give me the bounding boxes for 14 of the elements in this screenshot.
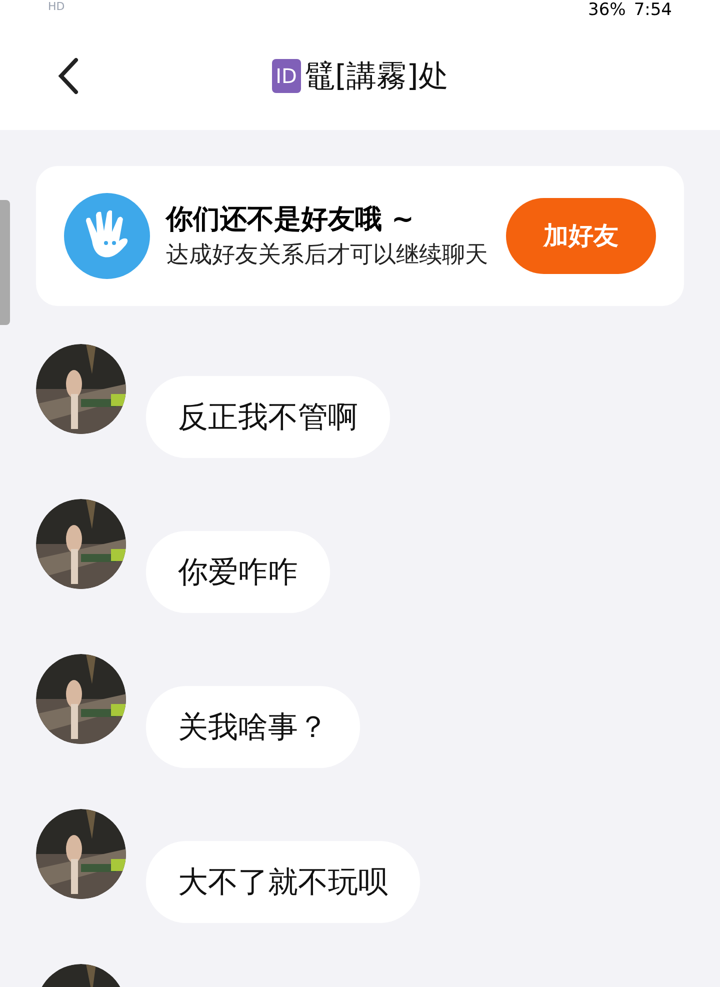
notice-title: 你们还不是好友哦 ~ [166, 203, 416, 237]
clock: 7:54 [634, 0, 672, 20]
id-badge: ID [272, 59, 301, 93]
network-indicator: HD [48, 0, 65, 14]
battery-level: 36% [588, 0, 626, 20]
message-bubble: 大不了就不玩呗 [146, 841, 420, 923]
waving-hand-icon [64, 193, 150, 279]
notice-text: 达成好友关系后才可以继续聊天 [166, 241, 489, 270]
message-bubble: 你爱咋咋 [146, 531, 330, 613]
message-bubble: 关我啥事？ [146, 686, 360, 768]
message-bubble: 反正我不管啊 [146, 376, 390, 458]
chat-title: 鼊[講霧]处 [304, 58, 448, 96]
back-icon[interactable] [56, 57, 80, 95]
add-friend-button[interactable]: 加好友 [506, 198, 656, 274]
